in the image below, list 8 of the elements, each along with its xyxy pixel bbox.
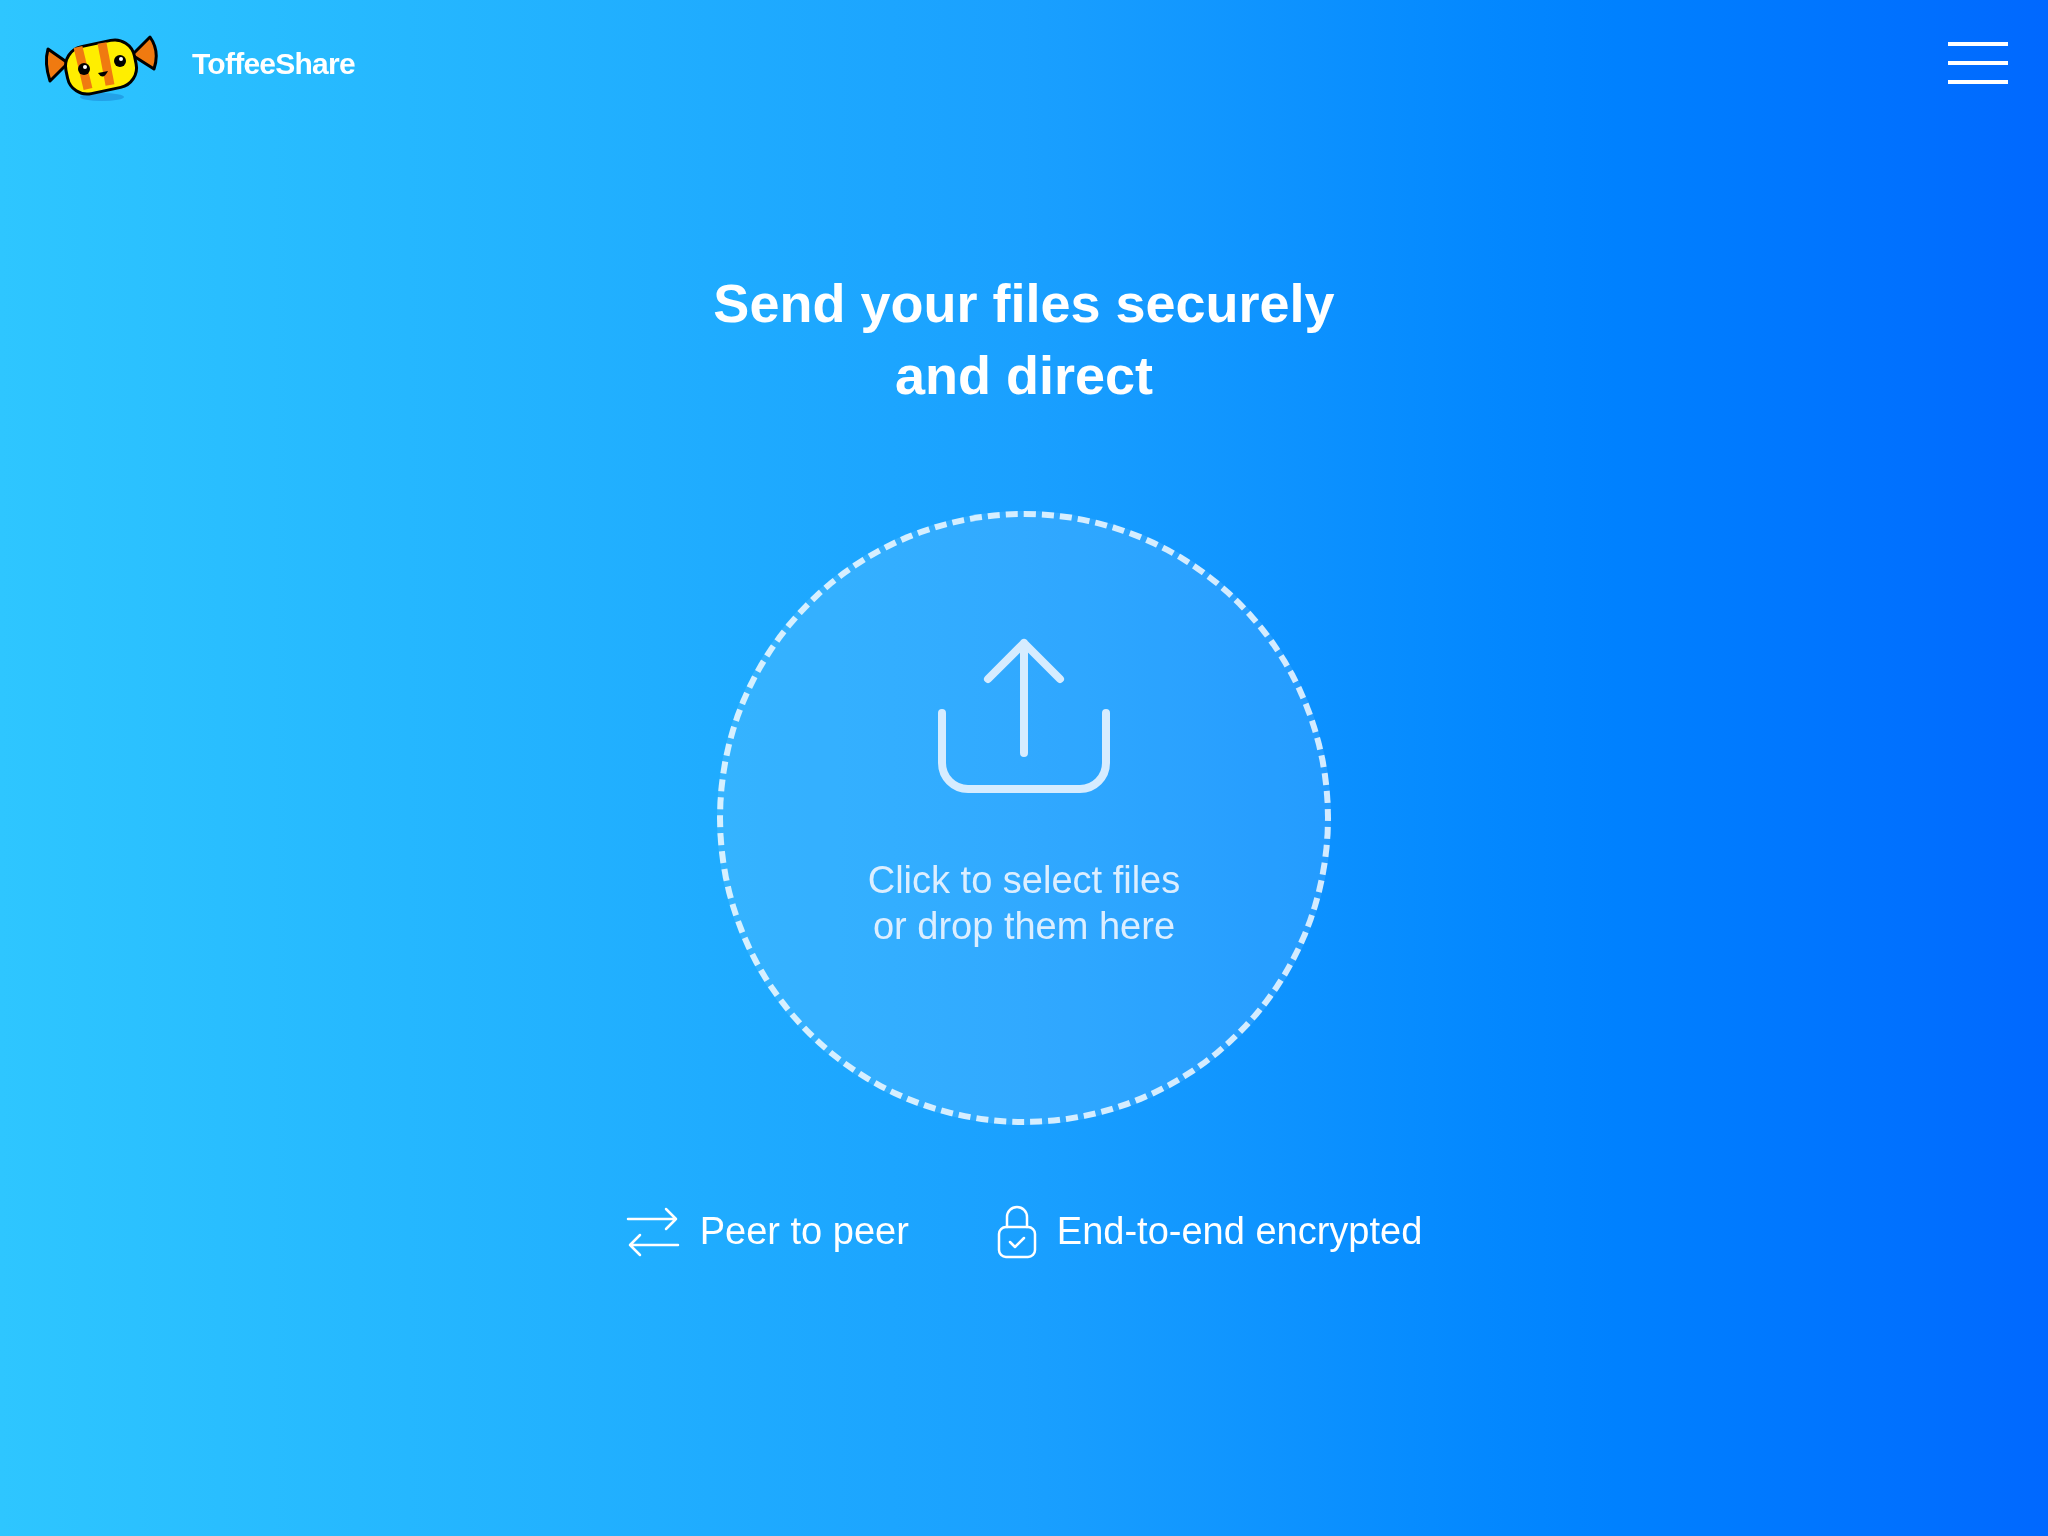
file-drop-zone[interactable]: Click to select files or drop them here <box>717 511 1331 1125</box>
drop-instructions: Click to select files or drop them here <box>866 858 1182 949</box>
feature-label: End-to-end encrypted <box>1056 1209 1423 1254</box>
lock-icon <box>996 1204 1037 1259</box>
headline: Send your files securely and direct <box>712 272 1336 407</box>
brand-name[interactable]: ToffeeShare <box>192 40 355 86</box>
feature-label: Peer to peer <box>699 1209 909 1254</box>
menu-icon[interactable] <box>1948 42 2008 84</box>
